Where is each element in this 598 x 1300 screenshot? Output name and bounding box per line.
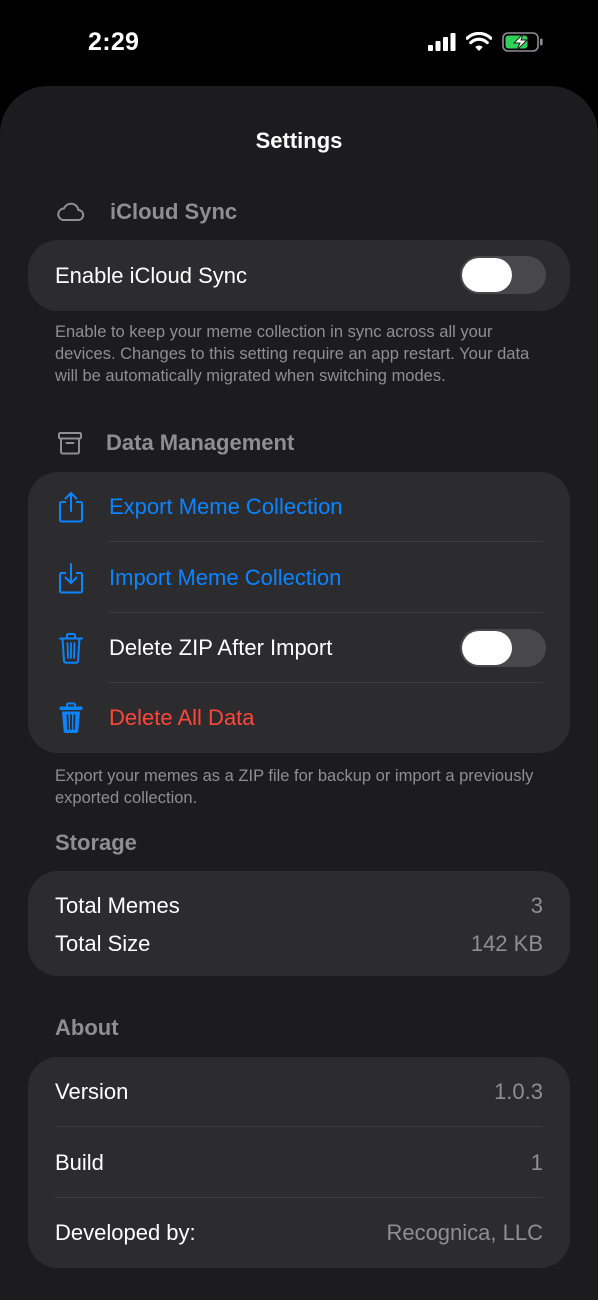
build-value: 1 bbox=[530, 1149, 543, 1175]
developer-label: Developed by: bbox=[55, 1220, 196, 1245]
delete-zip-row: Delete ZIP After Import bbox=[28, 613, 570, 683]
signal-icon bbox=[428, 33, 456, 51]
icloud-sync-row: Enable iCloud Sync bbox=[28, 240, 570, 311]
total-size-row: Total Size 142 KB bbox=[28, 925, 570, 963]
import-label: Import Meme Collection bbox=[109, 564, 342, 590]
icloud-sync-label: Enable iCloud Sync bbox=[55, 262, 248, 288]
status-bar: 2:29 bbox=[0, 0, 598, 86]
cloud-icon bbox=[55, 201, 85, 223]
about-card: Version 1.0.3 Build 1 Developed by: Reco… bbox=[28, 1057, 570, 1268]
version-label: Version bbox=[55, 1079, 129, 1104]
total-memes-label: Total Memes bbox=[55, 893, 180, 918]
data-management-card: Export Meme Collection Import Meme Colle… bbox=[28, 472, 570, 753]
section-header-storage: Storage bbox=[55, 830, 137, 856]
section-title-icloud: iCloud Sync bbox=[110, 199, 238, 224]
delete-all-row[interactable]: Delete All Data bbox=[28, 683, 570, 753]
icloud-sync-toggle[interactable] bbox=[460, 256, 546, 294]
export-row[interactable]: Export Meme Collection bbox=[28, 472, 570, 542]
build-row: Build 1 bbox=[28, 1127, 570, 1198]
import-row[interactable]: Import Meme Collection bbox=[28, 542, 570, 613]
total-size-value: 142 KB bbox=[470, 931, 543, 956]
section-title-data-management: Data Management bbox=[106, 430, 295, 455]
delete-zip-label: Delete ZIP After Import bbox=[109, 635, 333, 660]
version-value: 1.0.3 bbox=[494, 1079, 543, 1104]
share-export-icon bbox=[55, 489, 87, 525]
data-management-footnote: Export your memes as a ZIP file for back… bbox=[55, 767, 534, 807]
section-header-about: About bbox=[55, 1015, 119, 1041]
section-title-about: About bbox=[55, 1015, 119, 1040]
battery-charging-icon bbox=[502, 32, 543, 52]
trash-outline-icon bbox=[55, 630, 87, 666]
developer-value: Recognica, LLC bbox=[386, 1220, 543, 1245]
toggle-knob bbox=[462, 258, 512, 292]
toggle-knob bbox=[462, 631, 512, 665]
total-memes-row: Total Memes 3 bbox=[28, 887, 570, 925]
status-time: 2:29 bbox=[88, 28, 140, 56]
section-header-icloud: iCloud Sync bbox=[55, 199, 237, 225]
section-header-data-management: Data Management bbox=[55, 430, 294, 456]
icloud-card: Enable iCloud Sync bbox=[28, 240, 570, 311]
total-memes-value: 3 bbox=[530, 893, 543, 918]
archive-box-icon bbox=[55, 430, 85, 456]
delete-zip-toggle[interactable] bbox=[460, 629, 546, 667]
developer-row: Developed by: Recognica, LLC bbox=[28, 1198, 570, 1268]
delete-all-label: Delete All Data bbox=[109, 705, 255, 730]
section-title-storage: Storage bbox=[55, 830, 137, 855]
download-import-icon bbox=[55, 560, 87, 596]
storage-card: Total Memes 3 Total Size 142 KB bbox=[28, 871, 570, 976]
status-icons bbox=[428, 32, 544, 52]
export-label: Export Meme Collection bbox=[109, 494, 343, 519]
wifi-icon bbox=[466, 32, 492, 51]
icloud-footnote: Enable to keep your meme collection in s… bbox=[55, 323, 530, 385]
build-label: Build bbox=[55, 1149, 104, 1175]
page-title: Settings bbox=[255, 128, 343, 153]
total-size-label: Total Size bbox=[55, 931, 151, 956]
trash-filled-icon bbox=[55, 700, 87, 736]
version-row: Version 1.0.3 bbox=[28, 1057, 570, 1127]
